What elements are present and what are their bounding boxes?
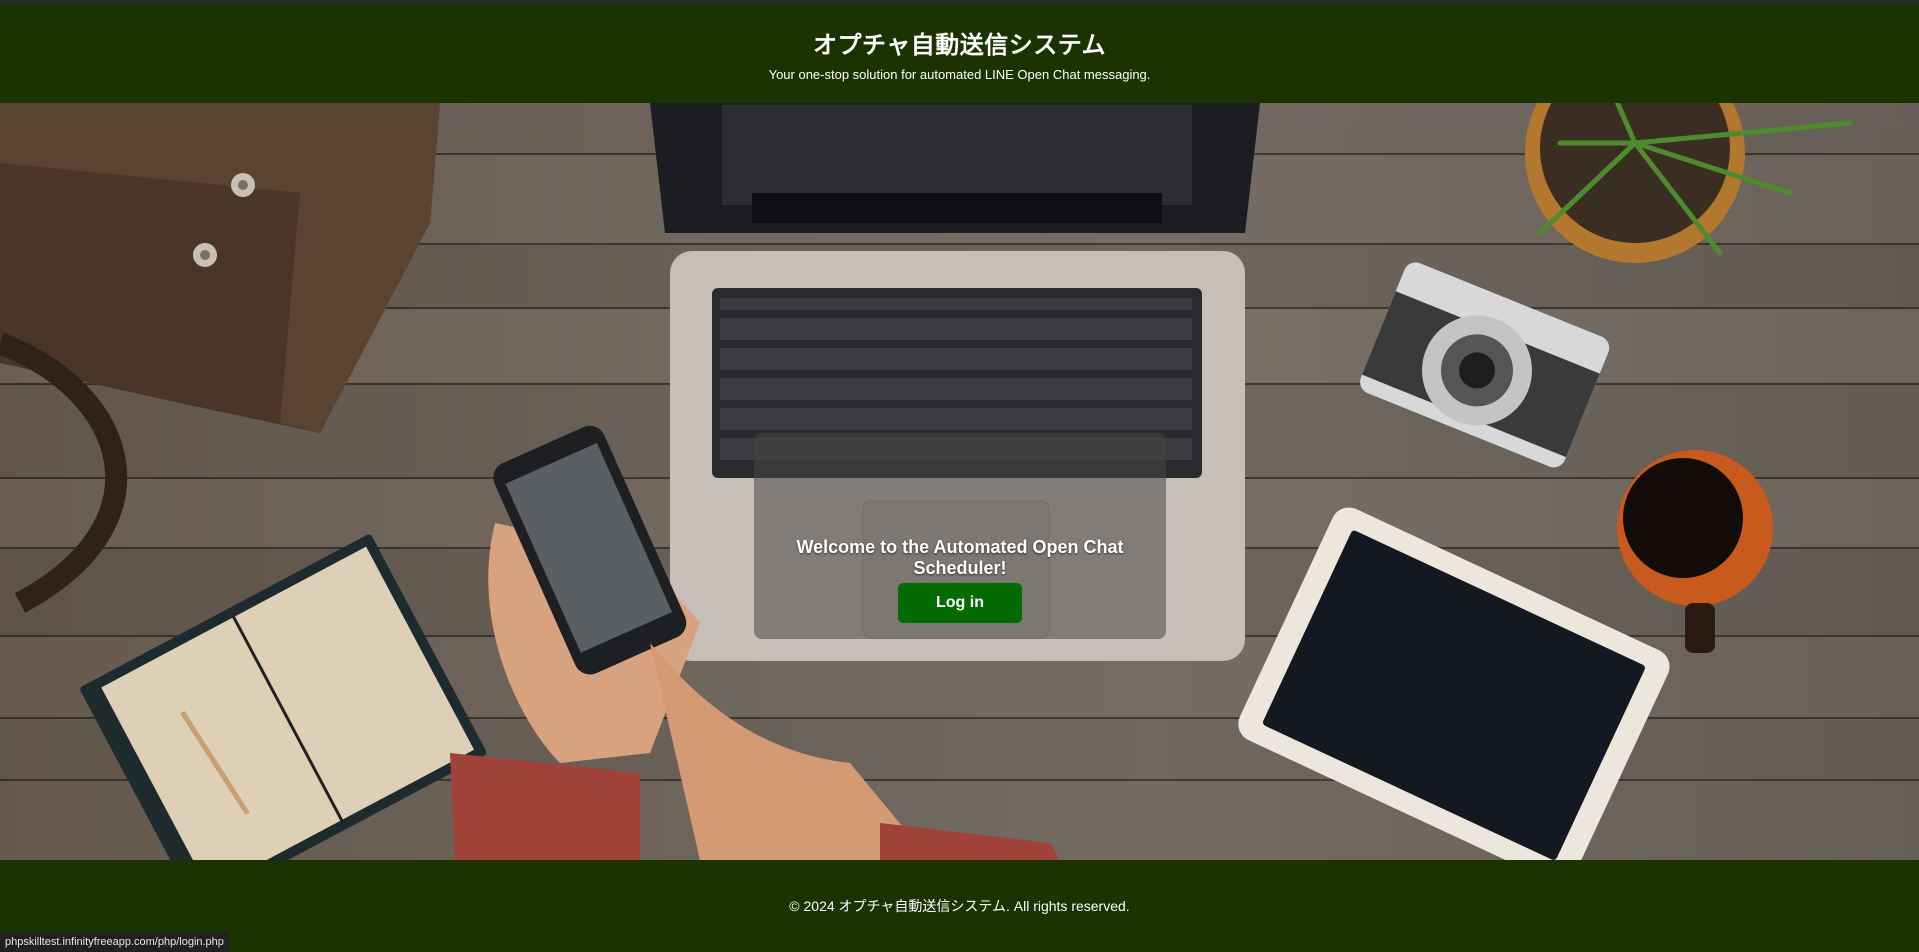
site-footer: © 2024 オプチャ自動送信システム. All rights reserved… bbox=[0, 860, 1919, 952]
login-panel: Welcome to the Automated Open Chat Sched… bbox=[754, 433, 1166, 639]
copyright-text: © 2024 オプチャ自動送信システム. All rights reserved… bbox=[789, 898, 1130, 914]
status-bar-url: phpskilltest.infinityfreeapp.com/php/log… bbox=[0, 932, 229, 952]
site-title: オプチャ自動送信システム bbox=[812, 31, 1107, 59]
site-tagline: Your one-stop solution for automated LIN… bbox=[768, 67, 1151, 82]
welcome-message: Welcome to the Automated Open Chat Sched… bbox=[796, 537, 1124, 578]
site-header: オプチャ自動送信システム Your one-stop solution for … bbox=[0, 3, 1919, 103]
login-button[interactable]: Log in bbox=[898, 583, 1022, 623]
hero-section: Welcome to the Automated Open Chat Sched… bbox=[0, 103, 1919, 860]
